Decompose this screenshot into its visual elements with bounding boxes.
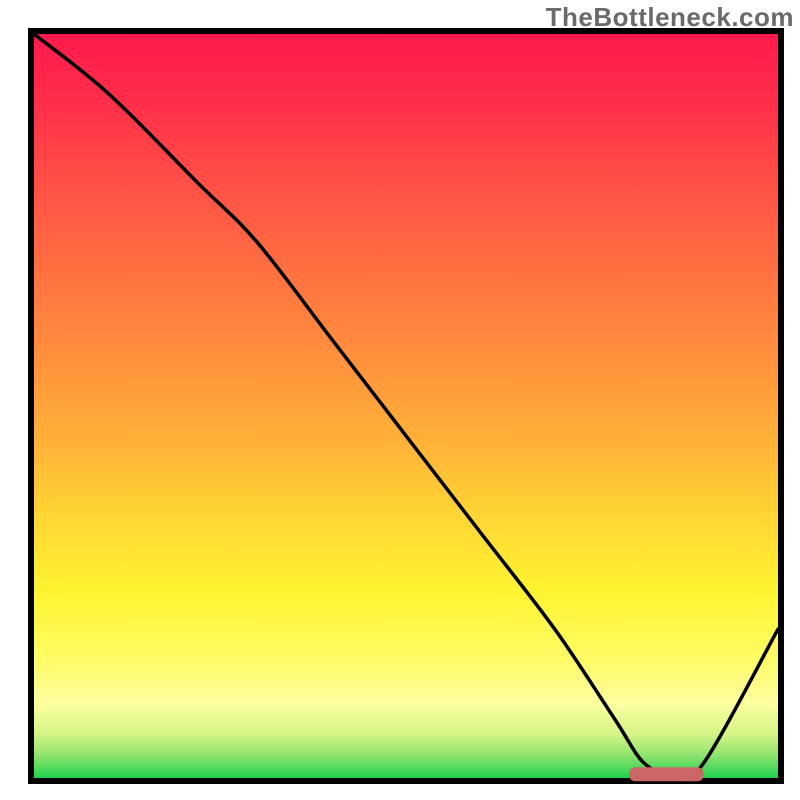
optimal-range-marker <box>629 767 703 781</box>
chart-frame: TheBottleneck.com <box>0 0 800 800</box>
chart-svg <box>34 34 778 778</box>
bottleneck-curve <box>34 34 778 778</box>
watermark-text: TheBottleneck.com <box>546 2 794 33</box>
plot-area <box>28 28 784 784</box>
